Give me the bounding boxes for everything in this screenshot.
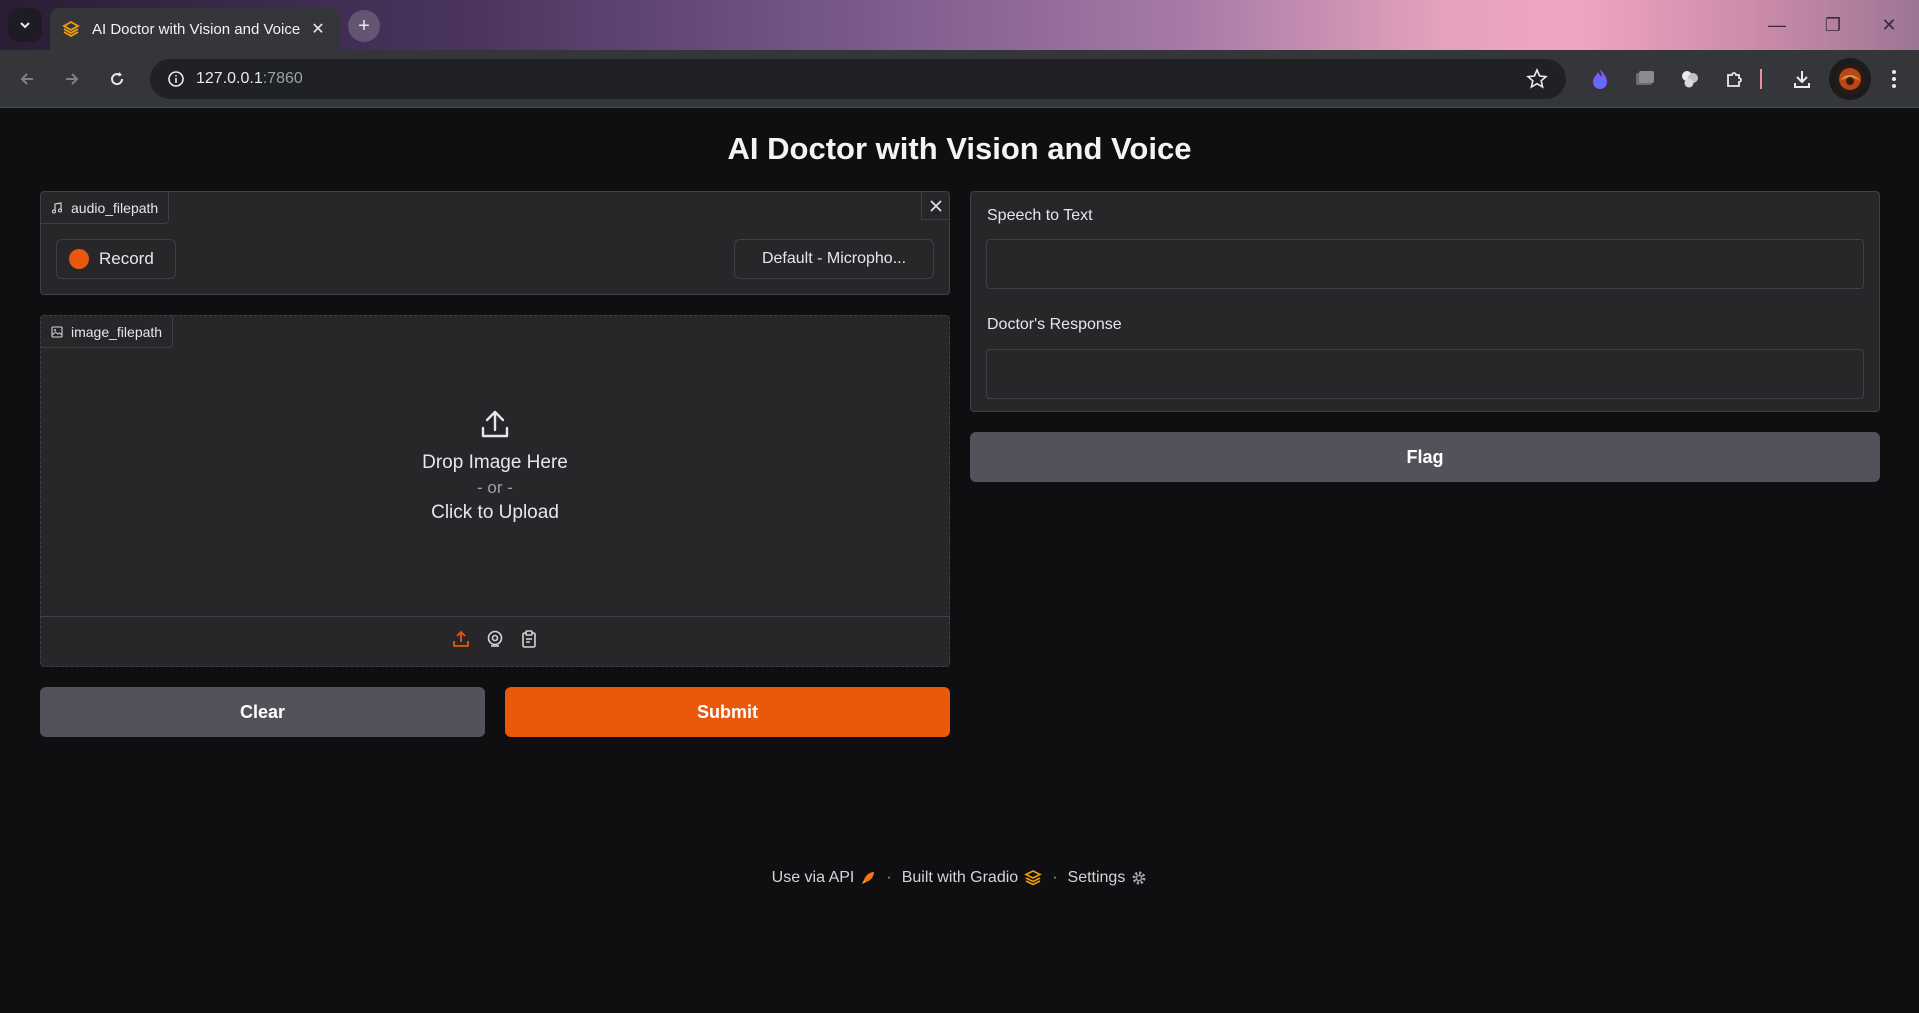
audio-clear-button[interactable] — [921, 192, 949, 220]
settings-link[interactable]: Settings — [1068, 869, 1148, 887]
restore-icon[interactable]: ❐ — [1813, 10, 1853, 40]
use-via-api-text: Use via API — [771, 869, 855, 886]
record-button[interactable]: Record — [56, 239, 176, 279]
doctor-response-output[interactable] — [986, 349, 1864, 399]
image-icon — [51, 325, 63, 338]
settings-text: Settings — [1067, 869, 1126, 886]
downloads-icon[interactable] — [1788, 65, 1816, 93]
clear-button[interactable]: Clear — [40, 687, 485, 737]
doctor-response-label: Doctor's Response — [987, 316, 1122, 333]
tab-close-icon[interactable]: ✕ — [308, 19, 328, 39]
new-tab-button[interactable]: + — [348, 10, 380, 42]
use-via-api-link[interactable]: Use via API — [772, 869, 877, 887]
page-title: AI Doctor with Vision and Voice — [727, 131, 1192, 166]
record-label: Record — [99, 249, 154, 268]
or-separator-text: - or - — [477, 478, 513, 497]
built-with-gradio-text: Built with Gradio — [901, 869, 1019, 886]
gradio-logo-icon — [1024, 870, 1042, 886]
image-upload-dropzone[interactable]: Drop Image Here - or - Click to Upload — [41, 316, 949, 616]
upload-source-icon[interactable] — [451, 629, 471, 654]
footer-separator: · — [886, 869, 892, 886]
click-to-upload-text: Click to Upload — [431, 502, 559, 523]
browser-menu-icon[interactable] — [1880, 65, 1908, 93]
drop-image-text: Drop Image Here — [422, 452, 568, 473]
submit-button[interactable]: Submit — [505, 687, 950, 737]
speech-to-text-label: Speech to Text — [987, 207, 1093, 224]
footer: Use via API · Built with Gradio · Settin… — [0, 869, 1919, 887]
outputs-panel: Speech to Text Doctor's Response — [970, 191, 1880, 412]
arrow-right-icon — [66, 73, 79, 85]
url-port: :7860 — [262, 70, 303, 87]
extension-cookie-icon[interactable] — [1676, 65, 1704, 93]
audio-label: audio_filepath — [71, 199, 159, 216]
bookmark-star-icon[interactable] — [1526, 67, 1548, 95]
window-close-icon[interactable]: ✕ — [1869, 10, 1909, 40]
toolbar-divider — [1756, 65, 1766, 93]
upload-icon — [481, 410, 509, 438]
browser-toolbar: 127.0.0.1:7860 — [0, 50, 1919, 108]
close-icon — [929, 199, 942, 212]
rocket-icon — [862, 872, 875, 884]
address-bar[interactable]: 127.0.0.1:7860 — [150, 59, 1566, 99]
image-input-panel: Drop Image Here - or - Click to Upload i… — [40, 315, 950, 667]
site-info-icon[interactable] — [156, 59, 196, 99]
image-label: image_filepath — [71, 323, 163, 340]
image-source-bar — [41, 616, 949, 666]
tab-search-button[interactable] — [8, 8, 42, 42]
gradio-favicon-icon — [62, 20, 80, 38]
extension-flame-icon[interactable] — [1586, 65, 1614, 93]
gear-icon — [1132, 871, 1146, 885]
built-with-gradio-link[interactable]: Built with Gradio — [902, 869, 1043, 887]
browser-tab-active[interactable]: AI Doctor with Vision and Voice ✕ — [50, 8, 340, 50]
back-button[interactable] — [12, 64, 42, 94]
audio-label-chip: audio_filepath — [41, 192, 170, 224]
forward-button[interactable] — [57, 64, 87, 94]
record-dot-icon — [69, 249, 89, 269]
profile-avatar[interactable] — [1829, 58, 1871, 100]
tab-title: AI Doctor with Vision and Voice — [92, 20, 301, 38]
music-note-icon — [51, 201, 63, 214]
minimize-icon[interactable]: — — [1757, 10, 1797, 40]
webcam-source-icon[interactable] — [485, 629, 505, 654]
arrow-left-icon — [20, 73, 33, 85]
url-text: 127.0.0.1:7860 — [196, 70, 303, 88]
footer-separator: · — [1052, 869, 1058, 886]
url-host: 127.0.0.1 — [196, 70, 263, 87]
reload-button[interactable] — [102, 64, 132, 94]
flag-button[interactable]: Flag — [970, 432, 1880, 482]
chevron-down-icon — [20, 22, 30, 29]
reload-icon — [111, 72, 124, 86]
browser-tab-strip: AI Doctor with Vision and Voice ✕ + — ❐ … — [0, 0, 1919, 50]
audio-input-panel: audio_filepath Record Default - Micropho… — [40, 191, 950, 295]
gradio-app: AI Doctor with Vision and Voice audio_fi… — [0, 109, 1919, 1013]
extensions-puzzle-icon[interactable] — [1721, 65, 1749, 93]
speech-to-text-output[interactable] — [986, 239, 1864, 289]
clipboard-source-icon[interactable] — [519, 629, 539, 654]
microphone-select[interactable]: Default - Micropho... — [734, 239, 934, 279]
image-label-chip: image_filepath — [41, 316, 174, 348]
extension-window-icon[interactable] — [1631, 65, 1659, 93]
